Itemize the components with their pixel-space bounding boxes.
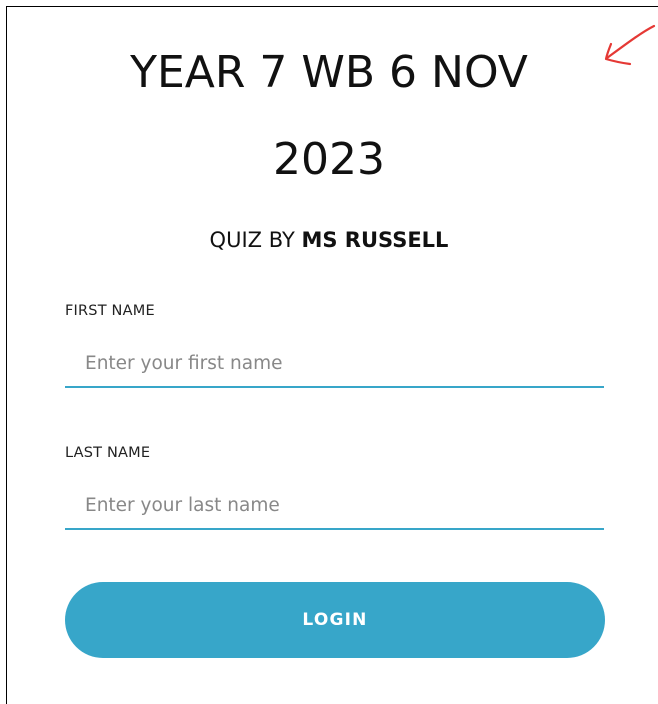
last-name-label: LAST NAME: [65, 445, 151, 461]
quiz-title-line2: 2023: [273, 134, 385, 185]
login-button[interactable]: LOGIN: [65, 582, 605, 658]
last-name-input[interactable]: [65, 482, 604, 530]
first-name-label: FIRST NAME: [65, 303, 155, 319]
subtitle-prefix: QUIZ BY: [209, 228, 302, 252]
quiz-author: MS RUSSELL: [301, 228, 449, 252]
quiz-subtitle: QUIZ BY MS RUSSELL: [0, 226, 658, 254]
quiz-title-line1: YEAR 7 WB 6 NOV: [130, 47, 528, 98]
first-name-input[interactable]: [65, 340, 604, 388]
